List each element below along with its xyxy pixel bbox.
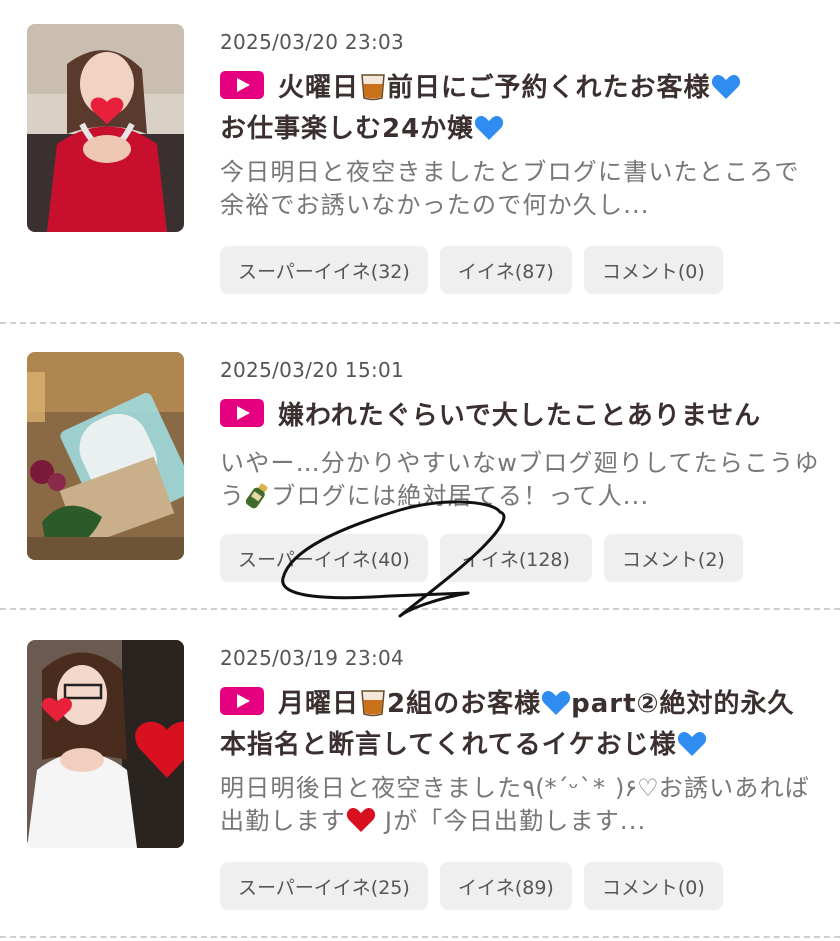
- post-excerpt: いやー…分かりやすいなwブログ廻りしてたらこうゆう ブログには絶対居てる！って人.…: [220, 447, 820, 518]
- blue-heart-icon: [711, 73, 741, 111]
- like-button[interactable]: イイネ(128): [439, 534, 592, 582]
- super-like-button[interactable]: スーパーイイネ(25): [220, 862, 428, 910]
- super-like-button[interactable]: スーパーイイネ(40): [220, 534, 428, 582]
- blue-heart-icon: [474, 114, 504, 152]
- photo-image: [27, 640, 184, 848]
- post-actions: スーパーイイネ(32) イイネ(87) コメント(0): [220, 246, 723, 294]
- play-icon: [220, 71, 264, 99]
- blue-heart-icon: [677, 730, 707, 768]
- post-thumbnail[interactable]: [27, 352, 184, 560]
- post-date: 2025/03/20 15:01: [220, 358, 405, 382]
- title-text: 月曜日: [278, 689, 360, 719]
- post-thumbnail[interactable]: [27, 24, 184, 232]
- title-text: お仕事楽しむ24か嬢: [220, 114, 475, 144]
- post-title[interactable]: 火曜日 前日にご予約くれたお客様お仕事楽しむ24か嬢: [220, 70, 820, 152]
- title-text: 火曜日: [278, 73, 360, 103]
- champagne-icon: [245, 481, 271, 518]
- post-title[interactable]: 月曜日 2組のお客様 part②絶対的永久本指名と断言してくれてるイケおじ様: [220, 686, 820, 768]
- post-actions: スーパーイイネ(40) イイネ(128) コメント(2): [220, 534, 743, 582]
- comment-button[interactable]: コメント(0): [583, 862, 723, 910]
- like-button[interactable]: イイネ(87): [439, 246, 572, 294]
- post-date: 2025/03/19 23:04: [220, 646, 405, 670]
- blue-heart-icon: [541, 689, 571, 727]
- photo-image: [27, 24, 184, 232]
- comment-button[interactable]: コメント(2): [603, 534, 743, 582]
- play-icon: [220, 687, 264, 715]
- like-button[interactable]: イイネ(89): [439, 862, 572, 910]
- divider: [0, 608, 840, 610]
- divider: [0, 936, 840, 938]
- red-heart-icon: [346, 806, 376, 843]
- title-text: 前日にご予約くれたお客様: [387, 73, 711, 103]
- whisky-glass-icon: [359, 687, 387, 727]
- post-excerpt: 今日明日と夜空きましたとブログに書いたところで 余裕でお誘いなかったので何か久し…: [220, 158, 800, 219]
- whisky-glass-icon: [359, 71, 387, 111]
- comment-button[interactable]: コメント(0): [583, 246, 723, 294]
- post-date: 2025/03/20 23:03: [220, 30, 405, 54]
- post-actions: スーパーイイネ(25) イイネ(89) コメント(0): [220, 862, 723, 910]
- post-title[interactable]: 嫌われたぐらいで大したことありません: [220, 398, 820, 434]
- super-like-button[interactable]: スーパーイイネ(32): [220, 246, 428, 294]
- post-thumbnail[interactable]: [27, 640, 184, 848]
- title-text: 2組のお客様: [387, 689, 542, 719]
- play-icon: [220, 399, 264, 427]
- divider: [0, 322, 840, 324]
- photo-image: [27, 352, 184, 560]
- post-excerpt: 明日明後日と夜空きました٩(*ˊᵕˋ* )۶♡お誘いあれば出勤します Jが「今日…: [220, 772, 820, 843]
- title-text: 嫌われたぐらいで大したことありません: [278, 401, 762, 431]
